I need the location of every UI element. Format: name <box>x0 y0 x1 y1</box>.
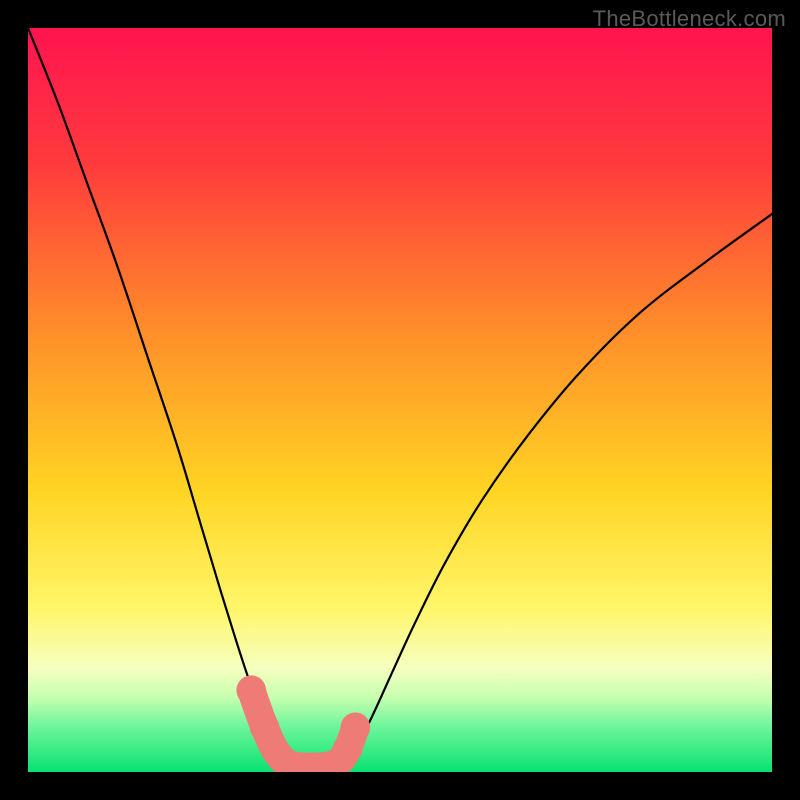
optimal-zone-dot <box>236 675 266 705</box>
watermark-text: TheBottleneck.com <box>593 6 786 32</box>
gradient-background <box>28 28 772 772</box>
optimal-zone-dot <box>250 713 280 743</box>
optimal-zone-dot <box>341 713 371 743</box>
plot-area <box>28 28 772 772</box>
outer-frame: TheBottleneck.com <box>0 0 800 800</box>
bottleneck-chart <box>28 28 772 772</box>
